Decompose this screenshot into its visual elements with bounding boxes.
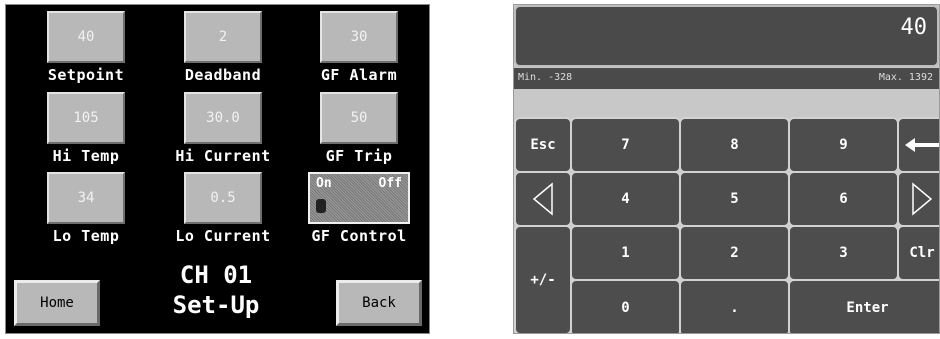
key-4[interactable]: 4 <box>570 171 681 227</box>
decimal-key[interactable]: . <box>679 279 790 333</box>
key-5[interactable]: 5 <box>679 171 790 227</box>
clear-key[interactable]: Clr <box>897 225 939 281</box>
backspace-key[interactable] <box>897 117 939 173</box>
numeric-keypad-panel: 40 Min. -328 Max. 1392 Esc 7 8 9 4 5 6 +… <box>513 4 940 334</box>
key-7[interactable]: 7 <box>570 117 681 173</box>
gf-control-field: On Off GF Control <box>299 172 419 245</box>
gf-trip-label: GF Trip <box>325 147 393 165</box>
lo-temp-field: 34 Lo Temp <box>26 172 146 245</box>
page-title: CH 01 Set-Up <box>156 260 276 320</box>
hi-temp-field: 105 Hi Temp <box>26 92 146 165</box>
lo-temp-value-button[interactable]: 34 <box>47 172 125 224</box>
channel-title: CH 01 <box>179 261 253 289</box>
setup-title: Set-Up <box>172 291 260 319</box>
home-button[interactable]: Home <box>14 280 100 326</box>
gf-trip-value-button[interactable]: 50 <box>320 92 398 144</box>
lo-current-field: 0.5 Lo Current <box>163 172 283 245</box>
hi-current-value-button[interactable]: 30.0 <box>184 92 262 144</box>
hi-current-label: Hi Current <box>175 147 271 165</box>
arrow-left-icon <box>905 138 939 152</box>
max-value-label: Max. 1392 <box>878 72 933 83</box>
enter-key[interactable]: Enter <box>788 279 939 333</box>
plus-minus-key[interactable]: +/- <box>514 225 572 333</box>
setpoint-value-button[interactable]: 40 <box>47 11 125 63</box>
deadband-field: 2 Deadband <box>163 11 283 84</box>
triangle-right-icon <box>912 182 933 216</box>
toggle-knob-icon <box>316 199 326 213</box>
key-2[interactable]: 2 <box>679 225 790 281</box>
lo-temp-label: Lo Temp <box>52 227 120 245</box>
display-value: 40 <box>900 15 928 40</box>
gf-control-label: GF Control <box>311 227 407 245</box>
triangle-left-icon <box>532 182 553 216</box>
cursor-right-key[interactable] <box>897 171 939 227</box>
setup-panel: 40 Setpoint 2 Deadband 30 GF Alarm 105 H… <box>5 4 430 334</box>
lo-current-label: Lo Current <box>175 227 271 245</box>
key-1[interactable]: 1 <box>570 225 681 281</box>
esc-key[interactable]: Esc <box>514 117 572 173</box>
deadband-value-button[interactable]: 2 <box>184 11 262 63</box>
gf-alarm-field: 30 GF Alarm <box>299 11 419 84</box>
lo-current-value-button[interactable]: 0.5 <box>184 172 262 224</box>
hi-temp-value-button[interactable]: 105 <box>47 92 125 144</box>
key-6[interactable]: 6 <box>788 171 899 227</box>
min-value-label: Min. -328 <box>518 72 573 83</box>
key-3[interactable]: 3 <box>788 225 899 281</box>
key-9[interactable]: 9 <box>788 117 899 173</box>
gf-alarm-value-button[interactable]: 30 <box>320 11 398 63</box>
hi-current-field: 30.0 Hi Current <box>163 92 283 165</box>
deadband-label: Deadband <box>184 66 262 84</box>
toggle-off-label: Off <box>378 176 402 191</box>
key-8[interactable]: 8 <box>679 117 790 173</box>
key-0[interactable]: 0 <box>570 279 681 333</box>
gf-trip-field: 50 GF Trip <box>299 92 419 165</box>
range-row: Min. -328 Max. 1392 <box>514 68 939 89</box>
setpoint-label: Setpoint <box>47 66 125 84</box>
keypad-display: 40 <box>514 5 939 67</box>
toggle-on-label: On <box>316 176 332 191</box>
setpoint-field: 40 Setpoint <box>26 11 146 84</box>
gf-control-toggle[interactable]: On Off <box>308 172 410 224</box>
back-button[interactable]: Back <box>336 280 422 326</box>
gf-alarm-label: GF Alarm <box>320 66 398 84</box>
cursor-left-key[interactable] <box>514 171 572 227</box>
hi-temp-label: Hi Temp <box>52 147 120 165</box>
